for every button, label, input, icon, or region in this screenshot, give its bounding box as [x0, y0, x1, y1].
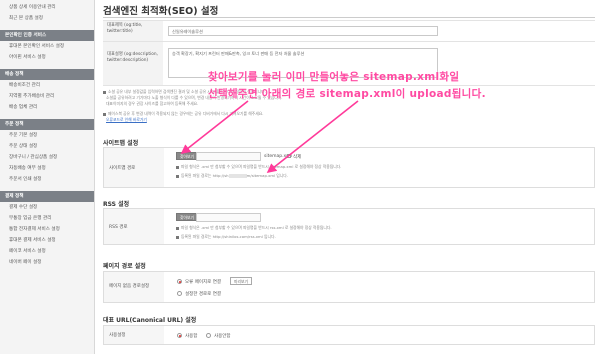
annotation-arrows [180, 100, 359, 173]
arrow-to-sitemap-path [266, 100, 359, 173]
arrow-to-browse-button [180, 100, 249, 154]
